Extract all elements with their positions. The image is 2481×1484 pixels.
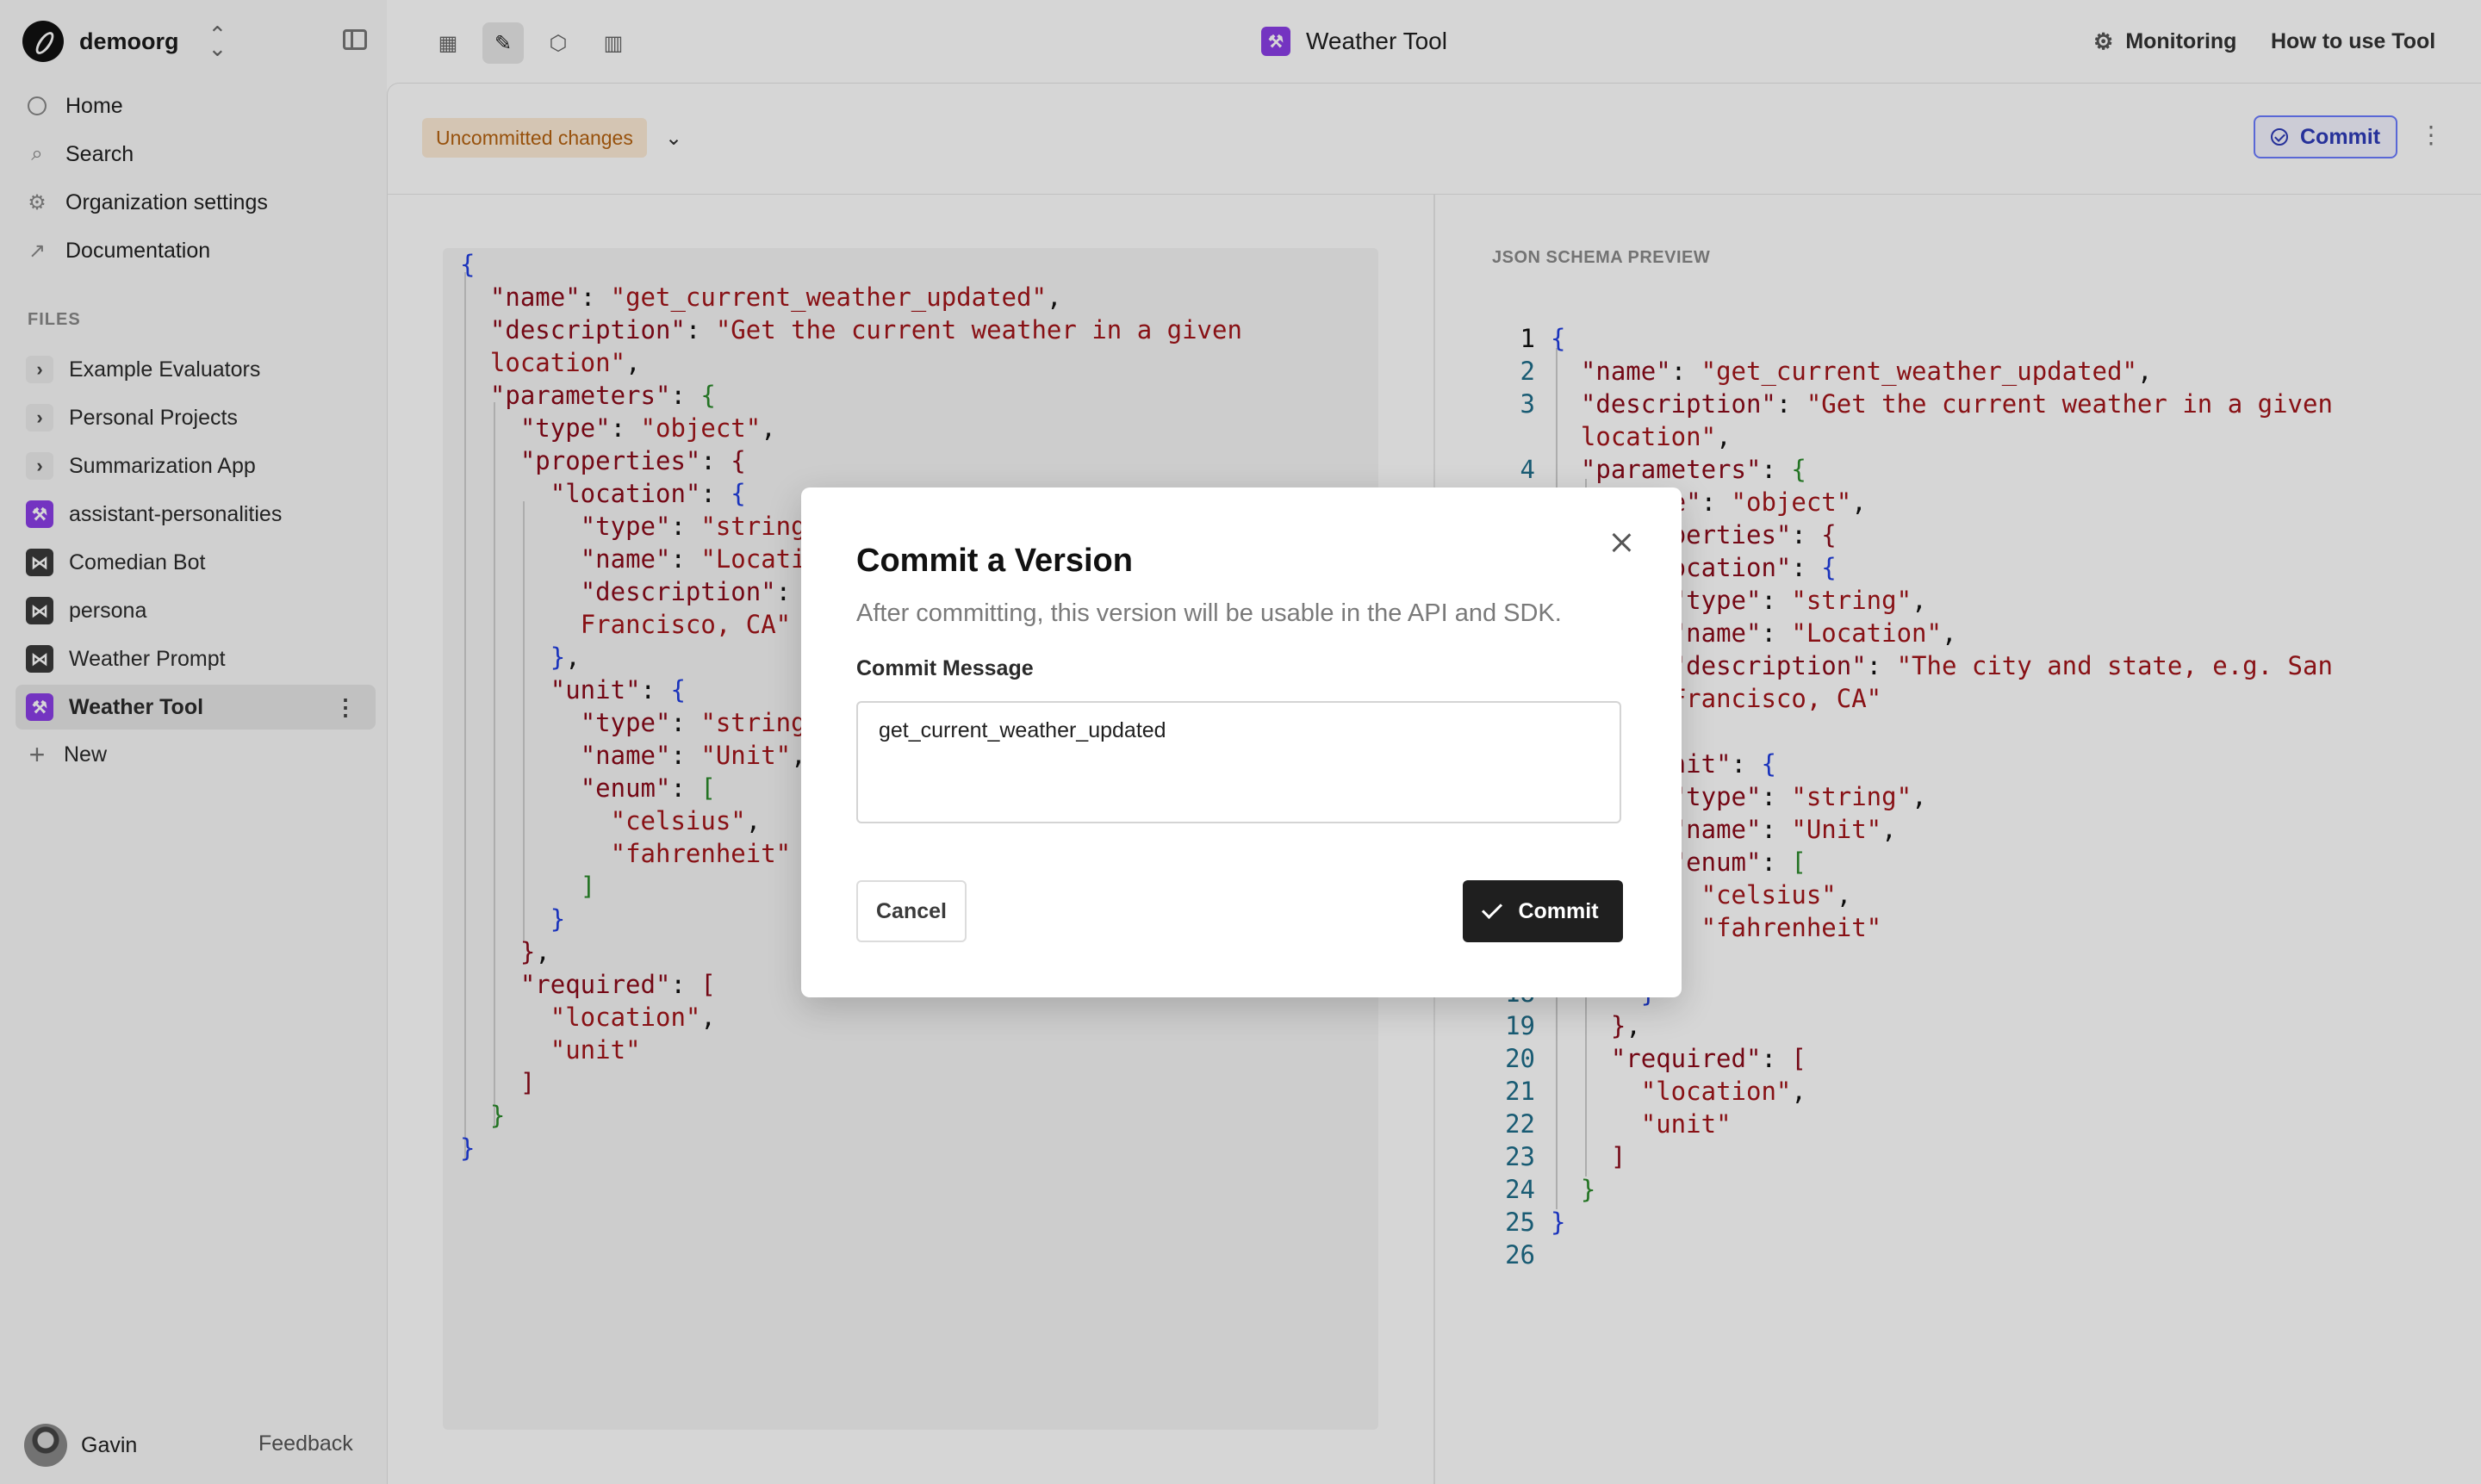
dialog-subtitle: After committing, this version will be u… <box>856 599 1562 627</box>
close-icon[interactable] <box>1609 531 1633 555</box>
cancel-button[interactable]: Cancel <box>856 880 967 942</box>
commit-message-label: Commit Message <box>856 656 1034 680</box>
commit-message-field[interactable]: get_current_weather_updated <box>856 701 1621 823</box>
confirm-commit-label: Commit <box>1518 898 1599 923</box>
check-icon <box>1482 897 1503 920</box>
confirm-commit-button[interactable]: Commit <box>1463 880 1623 942</box>
commit-dialog: Commit a Version After committing, this … <box>801 487 1682 997</box>
dialog-title: Commit a Version <box>856 543 1133 579</box>
